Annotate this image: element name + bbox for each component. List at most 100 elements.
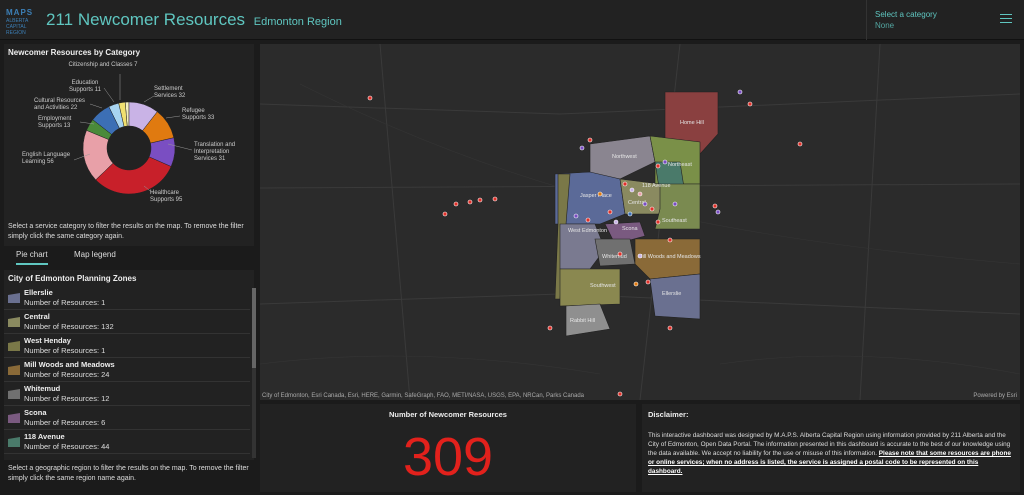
map-point[interactable] — [645, 279, 651, 285]
pie-instructions: Select a service category to filter the … — [8, 223, 244, 240]
zone-item[interactable]: West Henday Number of Resources: 1 — [4, 334, 250, 358]
pie-label-healthcare[interactable]: Healthcare Supports 95 — [150, 190, 194, 204]
map-point[interactable] — [442, 211, 448, 217]
maps-logo: MAPS ALBERTA CAPITAL REGION — [6, 8, 38, 36]
map-point[interactable] — [655, 163, 661, 169]
menu-icon[interactable] — [1000, 14, 1012, 24]
zone-name: Whitemud — [24, 384, 61, 393]
zone-count: Number of Resources: 44 — [24, 442, 110, 451]
map-point[interactable] — [587, 137, 593, 143]
logo-subtext: ALBERTA CAPITAL REGION — [6, 18, 29, 36]
map-point[interactable] — [642, 201, 648, 207]
zones-instructions: Select a geographic region to filter the… — [4, 460, 254, 492]
map-point[interactable] — [573, 213, 579, 219]
zone-swatch-icon — [8, 389, 20, 399]
zone-name: Mill Woods and Meadows — [24, 360, 115, 369]
zone-count: Number of Resources: 1 — [24, 346, 106, 355]
map-point[interactable] — [547, 325, 553, 331]
pie-chart-panel: Newcomer Resources by Category Citizensh… — [4, 44, 254, 246]
map-point[interactable] — [672, 201, 678, 207]
pie-label-translation[interactable]: Translation and Interpretation Services … — [194, 142, 252, 163]
pie-label-employment[interactable]: Employment Supports 13 — [38, 116, 82, 130]
map-point[interactable] — [637, 253, 643, 259]
map-label-ave118: 118 Avenue — [642, 183, 671, 189]
map-point[interactable] — [613, 219, 619, 225]
count-value: 309 — [402, 427, 494, 487]
map-point[interactable] — [622, 181, 628, 187]
pie-chart — [73, 74, 193, 195]
map-point[interactable] — [607, 209, 613, 215]
map-point[interactable] — [629, 187, 635, 193]
map-label-southwest: Southwest — [590, 283, 616, 289]
map-point[interactable] — [747, 101, 753, 107]
map-point[interactable] — [492, 196, 498, 202]
zone-item[interactable]: 118 Avenue Number of Resources: 44 — [4, 430, 250, 454]
zone-count: Number of Resources: 24 — [24, 370, 110, 379]
category-selector[interactable]: Select a category None — [866, 0, 990, 40]
map-point[interactable] — [617, 391, 623, 397]
map-point[interactable] — [617, 251, 623, 257]
zones-title: City of Edmonton Planning Zones — [8, 274, 137, 283]
map-label-millwoods: Mill Woods and Meadows — [638, 254, 701, 260]
map-point[interactable] — [585, 217, 591, 223]
zone-item[interactable]: Ellerslie Number of Resources: 1 — [4, 286, 250, 310]
map-point[interactable] — [579, 145, 585, 151]
planning-zones-panel: City of Edmonton Planning Zones Ellersli… — [4, 270, 256, 460]
map-attribution: City of Edmonton, Esri Canada, Esri, HER… — [262, 393, 585, 399]
map-label-westedm: West Edmonton — [568, 228, 607, 234]
map-point[interactable] — [662, 159, 668, 165]
map-point[interactable] — [712, 203, 718, 209]
zone-name: West Henday — [24, 336, 71, 345]
map-point[interactable] — [453, 201, 459, 207]
map-view[interactable]: Home Hill Northwest Northeast 118 Avenue… — [260, 44, 1020, 400]
zone-name: 118 Avenue — [24, 432, 65, 441]
powered-by-esri[interactable]: Powered by Esri — [973, 393, 1017, 399]
map-point[interactable] — [797, 141, 803, 147]
resource-count-panel: Number of Newcomer Resources 309 — [260, 404, 636, 492]
disclaimer-panel: Disclaimer: This interactive dashboard w… — [642, 404, 1020, 492]
map-label-rabbithill: Rabbit Hill — [570, 318, 595, 324]
map-point[interactable] — [737, 89, 743, 95]
map-point[interactable] — [655, 219, 661, 225]
pie-label-citizenship[interactable]: Citizenship and Classes 7 — [68, 62, 138, 69]
map-point[interactable] — [597, 191, 603, 197]
map-point[interactable] — [667, 325, 673, 331]
disclaimer-title: Disclaimer: — [648, 410, 689, 419]
map-label-scona: Scona — [622, 226, 639, 232]
map-point[interactable] — [667, 237, 673, 243]
pie-label-refugee[interactable]: Refugee Supports 33 — [182, 108, 222, 122]
zone-name: Scona — [24, 408, 47, 417]
zone-count: Number of Resources: 6 — [24, 418, 106, 427]
panel-tabs: Pie chart Map legend — [4, 248, 254, 268]
map-point[interactable] — [477, 197, 483, 203]
pie-label-settlement[interactable]: Settlement Services 32 — [154, 86, 204, 100]
tab-pie-chart[interactable]: Pie chart — [16, 250, 48, 265]
disclaimer-body: This interactive dashboard was designed … — [648, 431, 1014, 476]
tab-map-legend[interactable]: Map legend — [74, 250, 116, 259]
zone-count: Number of Resources: 132 — [24, 322, 114, 331]
map-point[interactable] — [633, 281, 639, 287]
map-label-southeast: Southeast — [662, 218, 687, 224]
map-point[interactable] — [367, 95, 373, 101]
zone-item[interactable]: Central Number of Resources: 132 — [4, 310, 250, 334]
zone-scrollbar[interactable] — [252, 288, 256, 458]
map-label-northeast: Northeast — [668, 162, 692, 168]
map-label-homehill: Home Hill — [680, 120, 704, 126]
pie-label-education[interactable]: Education Supports 11 — [60, 80, 110, 94]
zone-name: Central — [24, 312, 50, 321]
zone-item[interactable]: Mill Woods and Meadows Number of Resource… — [4, 358, 250, 382]
zone-item[interactable]: Whitemud Number of Resources: 12 — [4, 382, 250, 406]
scroll-thumb[interactable] — [252, 288, 256, 368]
map-point[interactable] — [715, 209, 721, 215]
zone-item[interactable]: Scona Number of Resources: 6 — [4, 406, 250, 430]
zone-swatch-icon — [8, 365, 20, 375]
map-point[interactable] — [627, 211, 633, 217]
pie-label-cultural[interactable]: Cultural Resources and Activities 22 — [34, 98, 94, 112]
map-point[interactable] — [649, 206, 655, 212]
map-point[interactable] — [637, 191, 643, 197]
map-canvas[interactable]: Home Hill Northwest Northeast 118 Avenue… — [260, 44, 1020, 400]
zone-count: Number of Resources: 1 — [24, 298, 106, 307]
zone-name: Ellerslie — [24, 288, 53, 297]
map-point[interactable] — [467, 199, 473, 205]
pie-label-english[interactable]: English Language Learning 56 — [22, 152, 78, 166]
